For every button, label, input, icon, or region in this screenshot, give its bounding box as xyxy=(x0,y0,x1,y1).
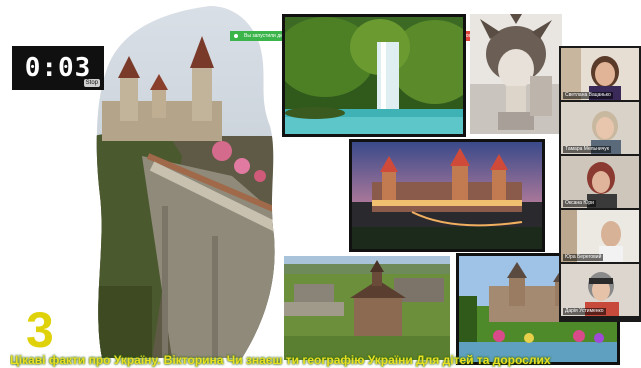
village-church-photo xyxy=(284,256,450,360)
participant-name: Тамара Мельничук xyxy=(563,146,611,153)
participant-tile[interactable]: Тамара Мельничук xyxy=(561,102,639,154)
night-castle-photo xyxy=(349,139,545,252)
slide-number: 3 xyxy=(26,302,54,358)
participant-name: Юра Береговий xyxy=(563,254,604,261)
castle-bridge-photo xyxy=(92,6,278,358)
sharing-indicator-icon xyxy=(234,34,238,38)
timer-time: 0:03 xyxy=(24,53,92,83)
sculpture-photo xyxy=(470,14,562,134)
participants-panel: Светлана Вацанько Тамара Мельничук Оксан… xyxy=(559,46,641,322)
waterfall-photo xyxy=(282,14,466,137)
timer-stop-button[interactable]: Stop xyxy=(83,79,100,87)
video-caption: Цікаві факти про Україну. Вікторина Чи з… xyxy=(10,353,551,367)
participant-tile[interactable]: Оксана Юри xyxy=(561,156,639,208)
participant-tile[interactable]: Светлана Вацанько xyxy=(561,48,639,100)
participant-name: Оксана Юри xyxy=(563,200,596,207)
participant-tile[interactable]: Юра Береговий xyxy=(561,210,639,262)
timer: 0:03 Stop xyxy=(12,46,104,90)
participant-name: Светлана Вацанько xyxy=(563,92,613,99)
participant-name: Дарія Устименко xyxy=(563,308,606,315)
participant-tile[interactable]: Дарія Устименко xyxy=(561,264,639,316)
